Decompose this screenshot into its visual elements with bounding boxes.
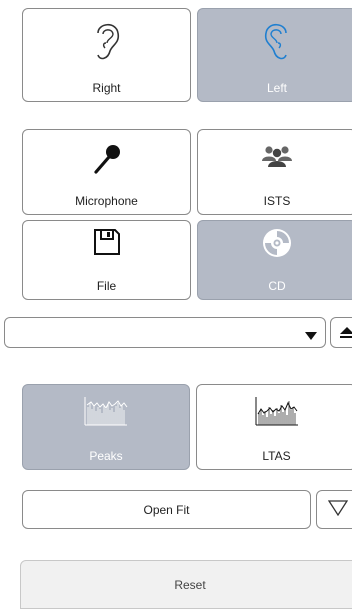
reset-label: Reset (174, 577, 206, 592)
eject-icon (340, 327, 352, 342)
microphone-label: Microphone (75, 194, 138, 208)
left-ear-button[interactable]: Left (197, 8, 352, 102)
right-ear-label: Right (92, 81, 121, 95)
cd-label: CD (268, 279, 286, 293)
file-button[interactable]: File (22, 220, 191, 300)
source-dropdown[interactable] (4, 317, 326, 348)
microphone-button[interactable]: Microphone (22, 129, 191, 215)
left-ear-label: Left (266, 81, 287, 95)
microphone-icon (23, 142, 190, 176)
ists-label: ISTS (263, 194, 291, 208)
peaks-waveform-icon (23, 395, 189, 427)
floppy-disk-icon (23, 227, 190, 257)
right-ear-button[interactable]: Right (22, 8, 191, 102)
triangle-down-icon (327, 500, 349, 519)
ltas-label: LTAS (262, 449, 291, 463)
peaks-label: Peaks (89, 449, 123, 463)
open-fit-menu-button[interactable] (316, 490, 352, 529)
ltas-button[interactable]: LTAS (196, 384, 352, 470)
reset-button[interactable]: Reset (20, 560, 352, 609)
peaks-button[interactable]: Peaks (22, 384, 190, 470)
ltas-spectrum-icon (197, 395, 352, 427)
cd-button[interactable]: CD (197, 220, 352, 300)
open-fit-label: Open Fit (143, 502, 190, 517)
file-label: File (96, 279, 117, 293)
eject-button[interactable] (330, 317, 352, 348)
chevron-down-icon (305, 329, 317, 343)
open-fit-button[interactable]: Open Fit (22, 490, 311, 529)
cd-icon (198, 227, 352, 259)
left-ear-icon (198, 19, 352, 65)
people-icon (198, 142, 352, 168)
ists-button[interactable]: ISTS (197, 129, 352, 215)
right-ear-icon (23, 19, 190, 65)
